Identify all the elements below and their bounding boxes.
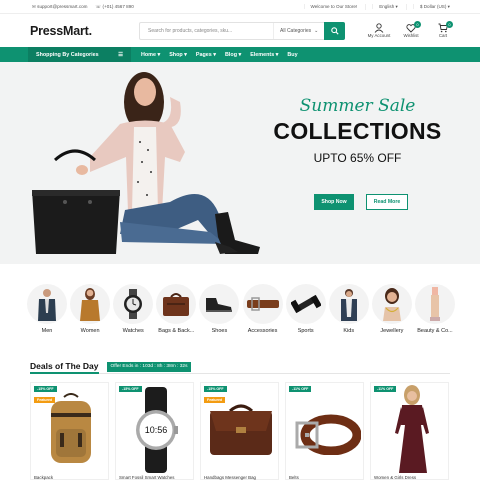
category-label: Jewellery bbox=[380, 328, 404, 334]
category-label: Sports bbox=[297, 328, 314, 334]
jewellery-icon bbox=[382, 288, 401, 321]
svg-text:10:56: 10:56 bbox=[145, 425, 168, 435]
discount-badge: -11% OFF bbox=[289, 386, 312, 392]
read-more-button[interactable]: Read More bbox=[366, 194, 408, 210]
deals-header: Deals of The Day Offer Ends in : 103d : … bbox=[30, 360, 450, 374]
hero-model-image bbox=[32, 72, 260, 254]
category-label: Men bbox=[41, 328, 53, 334]
watch-icon bbox=[124, 289, 143, 319]
beauty-icon bbox=[429, 287, 440, 321]
shoe-icon bbox=[206, 298, 233, 312]
hero-banner: Summer Sale COLLECTIONS UPTO 65% OFF Sho… bbox=[0, 62, 480, 264]
product-name[interactable]: Belts bbox=[289, 475, 299, 480]
cart-count-badge: 0 bbox=[446, 21, 453, 28]
product-card[interactable]: -15% OFF 10:56 Smart Fossil Smart Watche… bbox=[115, 382, 194, 480]
shop-now-button[interactable]: Shop Now bbox=[314, 194, 354, 210]
backpack-image bbox=[51, 393, 91, 463]
category-bags[interactable]: Bags & Back... bbox=[155, 284, 197, 334]
deals-title: Deals of The Day bbox=[30, 360, 99, 374]
nav-item-elements[interactable]: Elements ▾ bbox=[250, 52, 278, 58]
account-label: My Account bbox=[367, 33, 391, 38]
category-label: Accessories bbox=[247, 328, 278, 334]
cart-label: Cart bbox=[438, 33, 448, 38]
category-beauty[interactable]: Beauty & Co... bbox=[414, 284, 456, 334]
shop-by-categories-button[interactable]: Shopping By Categories ☰ bbox=[28, 47, 131, 62]
belt-image bbox=[295, 414, 361, 455]
product-card[interactable]: -11% OFF Belts bbox=[285, 382, 364, 480]
hero-title: COLLECTIONS bbox=[273, 118, 442, 144]
email-text: support@pressmart.com bbox=[37, 3, 88, 9]
email-info[interactable]: ✉ support@pressmart.com bbox=[32, 4, 88, 10]
bag-icon bbox=[163, 293, 190, 316]
product-card[interactable]: -11% OFF Women & Girls Dress bbox=[370, 382, 449, 480]
hero-text: Summer Sale COLLECTIONS UPTO 65% OFF bbox=[270, 96, 445, 165]
kids-icon bbox=[340, 289, 357, 321]
wishlist-label: Wishlist bbox=[403, 33, 419, 38]
hero-subtitle: UPTO 65% OFF bbox=[313, 151, 402, 165]
category-jewellery[interactable]: Jewellery bbox=[371, 284, 413, 334]
sports-icon bbox=[290, 294, 321, 314]
product-card[interactable]: -15% OFF Featured Handbags Messenger Bag bbox=[200, 382, 279, 480]
nav-item-buy[interactable]: Buy bbox=[287, 52, 297, 58]
category-select[interactable]: All Categories ⌄ bbox=[274, 28, 324, 34]
category-accessories[interactable]: Accessories bbox=[242, 284, 284, 334]
search-icon bbox=[330, 26, 339, 35]
nav-item-home[interactable]: Home ▾ bbox=[141, 52, 160, 58]
search-input[interactable]: Search for products, categories, sku... bbox=[140, 22, 274, 39]
top-bar: ✉ support@pressmart.com ☏ (+01) 4567 890… bbox=[0, 0, 480, 14]
messenger-bag-image bbox=[210, 404, 272, 455]
hero-script-title: Summer Sale bbox=[299, 96, 416, 116]
category-shoes[interactable]: Shoes bbox=[198, 284, 240, 334]
welcome-text: Welcome to Our Store! bbox=[303, 4, 357, 9]
categories-label: Shopping By Categories bbox=[36, 51, 99, 58]
category-label: Shoes bbox=[211, 328, 228, 334]
user-icon bbox=[374, 23, 384, 33]
language-select[interactable]: English ▾ bbox=[365, 3, 398, 10]
nav-item-pages[interactable]: Pages ▾ bbox=[196, 52, 216, 58]
category-kids[interactable]: Kids bbox=[328, 284, 370, 334]
product-name[interactable]: Handbags Messenger Bag bbox=[204, 475, 256, 480]
phone-text: (+01) 4567 890 bbox=[102, 3, 134, 9]
belt-icon bbox=[246, 297, 279, 311]
category-label: Bags & Back... bbox=[158, 328, 195, 334]
men-icon bbox=[38, 289, 56, 321]
header: PressMart. Search for products, categori… bbox=[0, 14, 480, 47]
product-name[interactable]: Smart Fossil Smart Watches bbox=[119, 475, 174, 480]
category-sports[interactable]: Sports bbox=[285, 284, 327, 334]
women-icon bbox=[80, 288, 101, 321]
category-label: Beauty & Co... bbox=[417, 328, 453, 334]
hamburger-icon: ☰ bbox=[118, 51, 123, 58]
category-women[interactable]: Women bbox=[69, 284, 111, 334]
product-grid: -15% OFF Featured Backpack -15% OFF 10:5… bbox=[30, 382, 450, 480]
category-label: Watches bbox=[122, 328, 144, 334]
phone-info[interactable]: ☏ (+01) 4567 890 bbox=[96, 4, 134, 10]
nav-item-blog[interactable]: Blog ▾ bbox=[225, 52, 241, 58]
discount-badge: -15% OFF bbox=[34, 386, 57, 392]
search-bar: Search for products, categories, sku... … bbox=[139, 21, 345, 40]
category-men[interactable]: Men bbox=[26, 284, 68, 334]
chevron-down-icon: ⌄ bbox=[314, 27, 319, 34]
main-nav: Shopping By Categories ☰ Home ▾ Shop ▾ P… bbox=[0, 47, 480, 62]
category-row: Men Women Watches Bags & Back... Shoes A… bbox=[26, 284, 456, 334]
currency-select[interactable]: $ Dollar (US) ▾ bbox=[405, 3, 450, 10]
offer-countdown: Offer Ends in : 103d : 8h : 38m : 32s bbox=[106, 361, 192, 372]
discount-badge: -15% OFF bbox=[204, 386, 227, 392]
nav-item-shop[interactable]: Shop ▾ bbox=[169, 52, 187, 58]
category-label: Kids bbox=[343, 328, 355, 334]
wishlist-count-badge: 0 bbox=[414, 21, 421, 28]
search-button[interactable] bbox=[324, 21, 345, 40]
dress-image bbox=[395, 385, 429, 473]
category-label: Women bbox=[80, 328, 100, 334]
cart-link[interactable]: 0 Cart bbox=[431, 21, 455, 38]
wishlist-link[interactable]: 0 Wishlist bbox=[399, 21, 423, 38]
smartwatch-image: 10:56 bbox=[136, 387, 178, 473]
product-name[interactable]: Backpack bbox=[34, 475, 53, 480]
site-logo[interactable]: PressMart. bbox=[30, 24, 139, 38]
product-card[interactable]: -15% OFF Featured Backpack bbox=[30, 382, 109, 480]
product-name[interactable]: Women & Girls Dress bbox=[374, 475, 416, 480]
account-link[interactable]: My Account bbox=[367, 23, 391, 38]
category-watches[interactable]: Watches bbox=[112, 284, 154, 334]
